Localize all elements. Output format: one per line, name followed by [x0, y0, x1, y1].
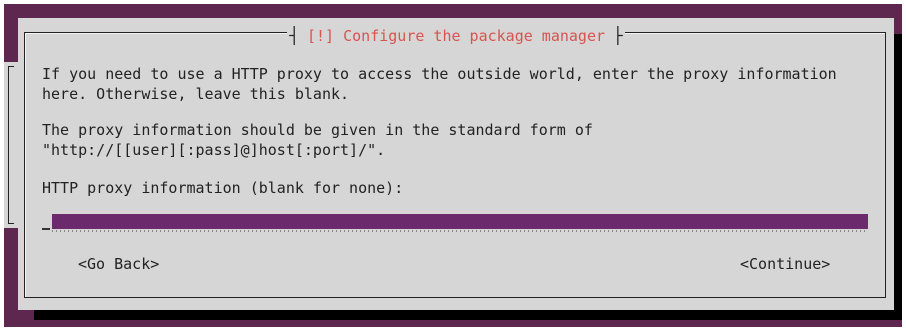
background-dialog-bracket	[8, 66, 14, 224]
proxy-format-line-1: The proxy information should be given in…	[42, 121, 593, 139]
proxy-instructions-line-2: here. Otherwise, leave this blank.	[42, 85, 350, 103]
title-right-tick: ├	[613, 26, 623, 45]
proxy-instructions-line-1: If you need to use a HTTP proxy to acces…	[42, 65, 837, 83]
proxy-format-line-2: "http://[[user][:pass]@]host[:port]/".	[42, 141, 386, 159]
dialog-title-text: [!] Configure the package manager	[299, 27, 613, 45]
http-proxy-input[interactable]	[52, 214, 868, 229]
dialog-title-box: ┤ [!] Configure the package manager ├	[287, 26, 625, 46]
title-mark: [!]	[306, 27, 335, 45]
input-underline	[52, 230, 868, 232]
title-label: Configure the package manager	[343, 27, 606, 45]
configure-package-manager-dialog: ┤ [!] Configure the package manager ├ If y…	[18, 18, 894, 310]
text-cursor	[42, 228, 50, 230]
dialog-title: ┤ [!] Configure the package manager ├	[18, 26, 894, 46]
go-back-button[interactable]: <Go Back>	[78, 254, 159, 274]
title-left-tick: ┤	[289, 26, 299, 45]
continue-button[interactable]: <Continue>	[740, 254, 830, 274]
proxy-field-label: HTTP proxy information (blank for none):	[42, 179, 404, 197]
background-dialog-edge	[4, 62, 18, 228]
